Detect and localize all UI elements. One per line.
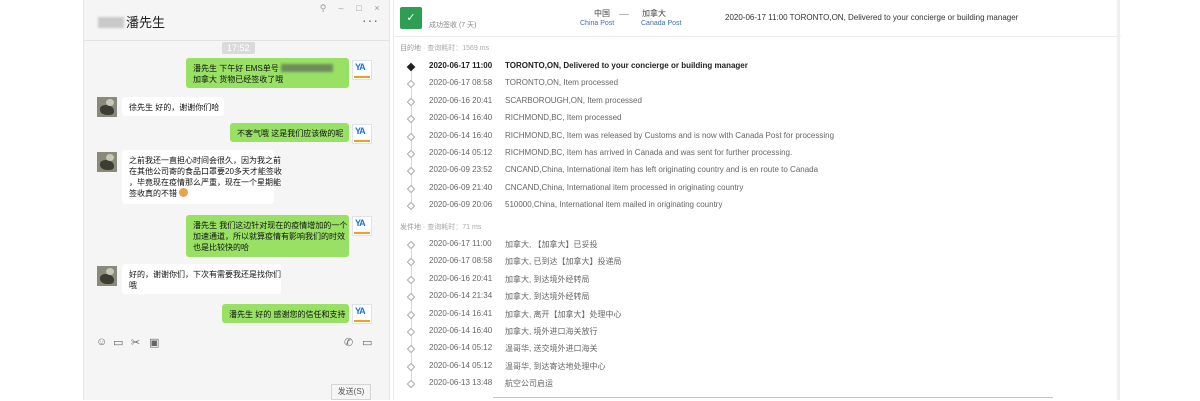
destination-section-label: 目的地 · 查询耗时：1569 ms (400, 45, 490, 52)
event-description: TORONTO,ON, Item processed (505, 78, 619, 88)
route-arrow (619, 14, 629, 15)
event-time: 2020-06-14 16:40 (429, 113, 493, 123)
emoji-icon (179, 188, 188, 197)
event-time: 2020-06-17 08:58 (429, 256, 493, 266)
my-avatar[interactable]: YA (352, 60, 372, 80)
destination-country: 加拿大 (642, 9, 666, 18)
event-description: 510000,China, International item mailed … (505, 200, 723, 210)
event-description: RICHMOND,BC, Item processed (505, 113, 622, 123)
scissors-icon[interactable]: ✂ (131, 336, 140, 349)
chat-header: 潘先生 ⚲ – □ × ··· (84, 0, 389, 41)
event-description: TORONTO,ON, Delivered to your concierge … (505, 61, 748, 70)
my-avatar[interactable]: YA (352, 304, 372, 324)
message-timestamp: 17:52 (222, 42, 255, 54)
timeline-dot-icon (406, 97, 416, 107)
horizontal-scrollbar[interactable] (493, 397, 1053, 401)
origin-section-label: 发件地 · 查询耗时：71 ms (400, 224, 482, 231)
contact-avatar[interactable] (97, 266, 117, 286)
event-time: 2020-06-14 05:12 (429, 343, 493, 353)
event-time: 2020-06-14 21:34 (429, 291, 493, 301)
event-description: 加拿大, 离开【加拿大】处理中心 (505, 309, 622, 319)
origin-carrier-link[interactable]: China Post (580, 20, 614, 27)
timeline-dot-icon (406, 132, 416, 141)
redacted-name-part (98, 17, 124, 28)
timeline-dot-icon (406, 362, 416, 372)
timeline-dot-icon (406, 327, 416, 337)
event-description: 航空公司启运 (505, 379, 553, 389)
latest-event-summary: 2020-06-17 11:00 TORONTO,ON, Delivered t… (725, 13, 1019, 22)
chat-window: 潘先生 ⚲ – □ × ··· 17:52 潘先生 下午好 EMS单号 加拿大 … (83, 0, 390, 400)
more-options-icon[interactable]: ··· (362, 12, 379, 28)
video-call-icon[interactable]: ▭ (362, 336, 372, 349)
vertical-scrollbar[interactable] (1117, 0, 1120, 400)
timeline-dot-icon (406, 240, 416, 250)
checkmark-icon: ✓ (400, 7, 422, 29)
timeline-dot-icon (406, 80, 416, 89)
message-bubble-received[interactable]: 之前我还一直担心时间会很久，因为我之前 在其他公司寄的食品口罩要20多天才能签收… (122, 150, 282, 204)
event-description: 加拿大, 到达境外经转局 (505, 292, 590, 302)
voice-call-icon[interactable]: ✆ (344, 336, 353, 349)
event-time: 2020-06-09 20:06 (429, 200, 493, 210)
event-time: 2020-06-14 16:41 (429, 308, 493, 318)
contact-name: 潘先生 (98, 12, 165, 31)
emoji-picker-icon[interactable]: ☺ (96, 336, 107, 348)
timeline-dot-icon (406, 258, 416, 267)
destination-carrier-link[interactable]: Canada Post (641, 20, 681, 27)
timeline-dot-icon (406, 184, 416, 194)
divider (394, 36, 1121, 37)
origin-country: 中国 (594, 9, 610, 18)
redacted-tracking-number (280, 64, 333, 72)
delivery-status: 成功签收 (7 天) (429, 22, 477, 29)
timeline-dot-icon (406, 379, 416, 389)
message-bubble-sent[interactable]: 潘先生 好的 感谢您的信任和支持 (222, 304, 349, 323)
minimize-icon[interactable]: – (335, 3, 347, 13)
send-button[interactable]: 发送(S) (331, 384, 371, 400)
timeline-dot-icon (406, 149, 416, 159)
pin-icon[interactable]: ⚲ (317, 3, 329, 14)
event-time: 2020-06-14 16:40 (429, 326, 493, 335)
tracking-panel: ✓ 成功签收 (7 天) 中国 China Post 加拿大 Canada Po… (393, 0, 1121, 400)
event-description: 温哥华, 到达寄达地处理中心 (505, 361, 606, 371)
event-time: 2020-06-14 05:12 (429, 360, 493, 370)
message-bubble-received[interactable]: 好的，谢谢你们，下次有需要我还是找你们 哦 (122, 264, 281, 294)
timeline-dot-icon (406, 310, 416, 319)
timeline-dot-icon (406, 345, 416, 354)
event-description: 加拿大, 【加拿大】已妥投 (505, 240, 598, 249)
event-description: SCARBOROUGH,ON, Item processed (505, 95, 642, 105)
timeline-dot-icon (406, 167, 416, 176)
timeline-dot-icon (406, 275, 416, 285)
event-time: 2020-06-13 13:48 (429, 378, 493, 388)
event-time: 2020-06-16 20:41 (429, 95, 493, 105)
my-avatar[interactable]: YA (352, 124, 372, 144)
timeline-dot-icon (406, 62, 416, 72)
message-bubble-sent[interactable]: 不客气哦 这是我们应该做的呢 (230, 123, 349, 142)
timeline-dot-icon (406, 114, 416, 124)
message-bubble-sent[interactable]: 潘先生 我们这边针对现在的疫情增加的一个 加速通道，所以就算疫情有影响我们的时效… (186, 215, 349, 257)
event-time: 2020-06-17 11:00 (429, 61, 493, 70)
folder-icon[interactable]: ▭ (113, 336, 123, 349)
timeline-dot-icon (406, 201, 416, 211)
message-bubble-received[interactable]: 徐先生 好的，谢谢你们哈 (122, 97, 224, 116)
contact-avatar[interactable] (97, 152, 117, 172)
event-time: 2020-06-17 08:58 (429, 78, 493, 88)
event-time: 2020-06-14 16:40 (429, 130, 493, 140)
timeline-dot-icon (406, 292, 416, 302)
contact-avatar[interactable] (97, 97, 117, 117)
event-description: 温哥华, 送交境外进口海关 (505, 344, 598, 354)
event-time: 2020-06-14 05:12 (429, 148, 493, 157)
event-description: RICHMOND,BC, Item has arrived in Canada … (505, 148, 793, 157)
message-bubble-sent[interactable]: 潘先生 下午好 EMS单号 加拿大 货物已经签收了哦 (186, 58, 349, 88)
event-description: 加拿大, 境外进口海关放行 (505, 327, 598, 336)
event-time: 2020-06-16 20:41 (429, 273, 493, 283)
event-description: 加拿大, 已到达【加拿大】投递局 (505, 257, 622, 267)
event-time: 2020-06-09 23:52 (429, 165, 493, 175)
event-time: 2020-06-09 21:40 (429, 182, 493, 192)
my-avatar[interactable]: YA (352, 216, 372, 236)
event-time: 2020-06-17 11:00 (429, 239, 492, 248)
event-description: 加拿大, 到达境外经转局 (505, 274, 590, 284)
event-description: CNCAND,China, International item process… (505, 182, 744, 192)
event-description: RICHMOND,BC, Item was released by Custom… (505, 130, 835, 140)
chat-history-icon[interactable]: ▣ (149, 336, 159, 349)
event-description: CNCAND,China, International item has lef… (505, 165, 819, 175)
